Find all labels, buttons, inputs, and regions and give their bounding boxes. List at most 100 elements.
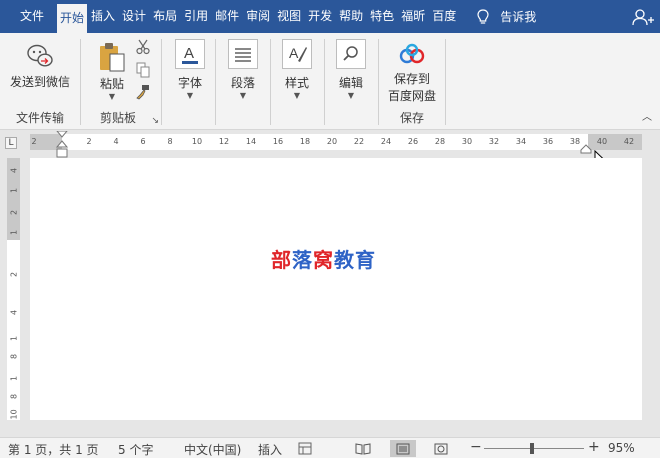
macro-record-icon[interactable]	[298, 442, 312, 455]
baidu-cloud-icon	[399, 43, 425, 64]
group-separator	[161, 39, 162, 125]
ruler-tick-label: 4	[9, 309, 19, 316]
clipboard-paste-icon	[100, 43, 125, 72]
group-file-transfer-title: 文件传输	[15, 111, 64, 125]
horizontal-ruler[interactable]: 2 2 4 6 8 10 12 14 16 18 20 22 24 26 28 30 32 34 36 38 40 42	[30, 134, 642, 150]
tell-me-box[interactable]: 告诉我	[474, 0, 536, 33]
wechat-icon	[27, 44, 53, 67]
ruler-tick-label: 1	[9, 229, 19, 236]
ruler-tick-label: 2	[9, 209, 19, 216]
format-painter-icon[interactable]	[135, 84, 151, 100]
tab-selector[interactable]: L	[5, 137, 17, 149]
collapse-ribbon-icon[interactable]: ︿	[642, 108, 652, 123]
ruler-tick-label: 10	[9, 409, 19, 420]
ruler-tick-label: 14	[245, 137, 257, 146]
zoom-slider-thumb[interactable]	[530, 443, 534, 454]
font-icon: A	[175, 39, 205, 69]
group-clipboard-title: 剪贴板	[99, 111, 136, 125]
insert-mode[interactable]: 插入	[258, 441, 282, 458]
status-bar: 第 1 页，共 1 页 5 个字 中文(中国) 插入 − + 95%	[0, 437, 660, 458]
zoom-level[interactable]: 95%	[608, 441, 635, 455]
paragraph-dropdown-icon[interactable]: ▼	[222, 91, 264, 101]
ruler-tick-label: 1	[9, 335, 19, 342]
ruler-tick-label: 28	[434, 137, 446, 146]
doc-char: 部	[271, 248, 292, 272]
paste-button[interactable]: 粘贴 ▼	[93, 41, 131, 102]
ruler-tick-label: 8	[167, 137, 173, 146]
vertical-scrollbar[interactable]	[648, 158, 660, 420]
document-page[interactable]: 部落窝教育	[30, 158, 642, 420]
paragraph-button[interactable]: 段落 ▼	[222, 39, 264, 101]
ruler-tick-label: 42	[623, 137, 635, 146]
tell-me-label: 告诉我	[500, 10, 537, 24]
paragraph-label: 段落	[230, 76, 255, 90]
ruler-tick-label: 34	[515, 137, 527, 146]
indent-markers-icon[interactable]	[56, 131, 68, 158]
tab-view[interactable]: 视图	[274, 0, 304, 33]
page-count[interactable]: 第 1 页，共 1 页	[8, 441, 99, 458]
doc-char: 教	[334, 248, 355, 272]
send-to-wechat-button[interactable]: 发送到微信	[6, 43, 74, 90]
save-to-baidu-button[interactable]: 保存到 百度网盘	[383, 43, 441, 104]
zoom-out-button[interactable]: −	[470, 439, 482, 455]
svg-text:A: A	[289, 45, 299, 61]
right-indent-marker-icon[interactable]	[580, 144, 592, 154]
styles-dropdown-icon[interactable]: ▼	[277, 91, 317, 101]
ruler-tick-label: 22	[353, 137, 365, 146]
ruler-tick-label: 20	[326, 137, 338, 146]
editing-dropdown-icon[interactable]: ▼	[331, 91, 371, 101]
doc-char: 窝	[313, 248, 334, 272]
print-layout-button[interactable]	[390, 440, 416, 457]
tab-review[interactable]: 审阅	[243, 0, 273, 33]
language-indicator[interactable]: 中文(中国)	[184, 441, 241, 458]
editing-label: 编辑	[338, 76, 363, 90]
font-dropdown-icon[interactable]: ▼	[170, 91, 210, 101]
tab-design[interactable]: 设计	[119, 0, 149, 33]
ruler-tick-label: 8	[9, 353, 19, 360]
web-layout-button[interactable]	[428, 440, 454, 457]
ruler-tick-label: 2	[86, 137, 92, 146]
ruler-tick-label: 1	[9, 187, 19, 194]
tab-mailings[interactable]: 邮件	[212, 0, 242, 33]
cut-icon[interactable]	[135, 39, 151, 55]
tab-baidu[interactable]: 百度	[429, 0, 459, 33]
group-separator	[270, 39, 271, 125]
ribbon-home: 发送到微信 文件传输 粘贴 ▼ 剪贴板 ↘ A 字体 ▼ 段落 ▼ A 样式 ▼…	[0, 33, 660, 130]
document-text[interactable]: 部落窝教育	[271, 244, 376, 273]
tab-foxit[interactable]: 福昕	[398, 0, 428, 33]
ruler-tick-label: 12	[218, 137, 230, 146]
styles-button[interactable]: A 样式 ▼	[277, 39, 317, 101]
tab-layout[interactable]: 布局	[150, 0, 180, 33]
copy-icon[interactable]	[135, 62, 151, 78]
editing-button[interactable]: 编辑 ▼	[331, 39, 371, 101]
ruler-tick-label: 4	[113, 137, 119, 146]
tab-developer[interactable]: 开发	[305, 0, 335, 33]
tab-references[interactable]: 引用	[181, 0, 211, 33]
group-save-title: 保存	[399, 111, 424, 125]
vertical-ruler[interactable]: 4 1 2 1 2 4 1 8 1 8 10	[7, 158, 20, 420]
paste-dropdown-icon[interactable]: ▼	[93, 92, 131, 102]
ruler-tick-label: 24	[380, 137, 392, 146]
tab-insert[interactable]: 插入	[88, 0, 118, 33]
tab-featured[interactable]: 特色	[367, 0, 397, 33]
ruler-tick-label: 18	[299, 137, 311, 146]
styles-icon: A	[282, 39, 312, 69]
clipboard-dialog-launcher-icon[interactable]: ↘	[151, 116, 159, 126]
tab-help[interactable]: 帮助	[336, 0, 366, 33]
word-count[interactable]: 5 个字	[118, 441, 153, 458]
tab-home[interactable]: 开始	[57, 4, 88, 33]
doc-char: 落	[292, 248, 313, 272]
book-icon	[355, 442, 371, 455]
print-layout-icon	[396, 443, 410, 454]
user-account[interactable]	[632, 0, 654, 33]
zoom-slider-track[interactable]	[484, 448, 584, 449]
tab-file[interactable]: 文件	[0, 0, 56, 33]
lightbulb-icon	[477, 8, 489, 24]
ruler-tick-label: 26	[407, 137, 419, 146]
read-mode-button[interactable]	[350, 440, 376, 457]
zoom-in-button[interactable]: +	[588, 439, 600, 455]
group-separator	[324, 39, 325, 125]
font-button[interactable]: A 字体 ▼	[170, 39, 210, 101]
group-save: 保存到 百度网盘 保存	[379, 33, 445, 130]
ruler-tick-label: 36	[542, 137, 554, 146]
